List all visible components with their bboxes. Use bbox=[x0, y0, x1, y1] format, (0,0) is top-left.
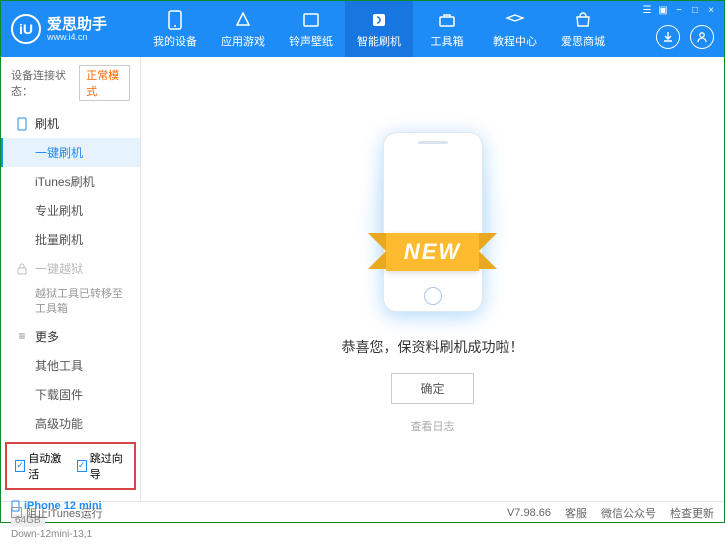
nav-smart-flash[interactable]: 智能刷机 bbox=[345, 1, 413, 57]
maximize-button[interactable]: □ bbox=[688, 3, 702, 17]
apps-icon bbox=[233, 10, 253, 30]
user-button[interactable] bbox=[690, 25, 714, 49]
app-name: 爱思助手 bbox=[47, 17, 107, 32]
status-value: 正常模式 bbox=[79, 65, 130, 101]
new-ribbon: NEW bbox=[386, 233, 479, 271]
window-controls: ☰ ▣ − □ × bbox=[640, 3, 718, 17]
main-content: NEW 恭喜您，保资料刷机成功啦！ 确定 查看日志 bbox=[141, 57, 724, 501]
minimize-button[interactable]: − bbox=[672, 3, 686, 17]
success-message: 恭喜您，保资料刷机成功啦！ bbox=[342, 337, 524, 357]
sidebar-section-jailbreak[interactable]: 一键越狱 bbox=[1, 254, 140, 283]
flash-icon bbox=[369, 10, 389, 30]
success-illustration: NEW bbox=[368, 124, 498, 319]
media-icon bbox=[301, 10, 321, 30]
jailbreak-note: 越狱工具已转移至工具箱 bbox=[1, 283, 140, 322]
store-icon bbox=[573, 10, 593, 30]
sidebar-item-advanced[interactable]: 高级功能 bbox=[1, 409, 140, 438]
ok-button[interactable]: 确定 bbox=[391, 373, 473, 404]
flash-options: ✓自动激活 ✓跳过向导 bbox=[5, 442, 136, 490]
phone-small-icon bbox=[15, 117, 29, 131]
nav-ringtone-wallpaper[interactable]: 铃声壁纸 bbox=[277, 1, 345, 57]
close-button[interactable]: × bbox=[704, 3, 718, 17]
menu-icon[interactable]: ☰ bbox=[640, 3, 654, 17]
more-icon: ≡ bbox=[15, 329, 29, 343]
tutorial-icon bbox=[505, 10, 525, 30]
title-bar: iU 爱思助手 www.i4.cn 我的设备 应用游戏 铃声壁纸 智能刷机 工具… bbox=[1, 1, 724, 57]
header-actions bbox=[656, 25, 714, 49]
nav-my-device[interactable]: 我的设备 bbox=[141, 1, 209, 57]
nav-tutorials[interactable]: 教程中心 bbox=[481, 1, 549, 57]
sidebar-item-oneclick-flash[interactable]: 一键刷机 bbox=[1, 138, 140, 167]
sidebar-item-batch-flash[interactable]: 批量刷机 bbox=[1, 225, 140, 254]
version-label: V7.98.66 bbox=[507, 507, 551, 519]
device-status: 设备连接状态： 正常模式 bbox=[1, 57, 140, 109]
nav-toolbox[interactable]: 工具箱 bbox=[413, 1, 481, 57]
logo-area: iU 爱思助手 www.i4.cn bbox=[1, 14, 141, 44]
view-log-link[interactable]: 查看日志 bbox=[411, 418, 455, 434]
toolbox-icon bbox=[437, 10, 457, 30]
main-nav: 我的设备 应用游戏 铃声壁纸 智能刷机 工具箱 教程中心 爱思商城 bbox=[141, 1, 617, 57]
phone-icon bbox=[165, 10, 185, 30]
nav-apps-games[interactable]: 应用游戏 bbox=[209, 1, 277, 57]
wechat-link[interactable]: 微信公众号 bbox=[601, 505, 656, 521]
skip-guide-checkbox[interactable]: ✓跳过向导 bbox=[77, 450, 127, 482]
lock-icon bbox=[15, 262, 29, 276]
nav-store[interactable]: 爱思商城 bbox=[549, 1, 617, 57]
download-button[interactable] bbox=[656, 25, 680, 49]
sidebar-item-pro-flash[interactable]: 专业刷机 bbox=[1, 196, 140, 225]
app-logo-icon: iU bbox=[11, 14, 41, 44]
sidebar-item-itunes-flash[interactable]: iTunes刷机 bbox=[1, 167, 140, 196]
skin-icon[interactable]: ▣ bbox=[656, 3, 670, 17]
block-itunes-checkbox[interactable]: 阻止iTunes运行 bbox=[11, 505, 103, 521]
sidebar-item-download-firmware[interactable]: 下载固件 bbox=[1, 380, 140, 409]
customer-service-link[interactable]: 客服 bbox=[565, 505, 587, 521]
sidebar-section-more[interactable]: ≡ 更多 bbox=[1, 322, 140, 351]
check-update-link[interactable]: 检查更新 bbox=[670, 505, 714, 521]
sidebar-section-flash[interactable]: 刷机 bbox=[1, 109, 140, 138]
sidebar-item-other-tools[interactable]: 其他工具 bbox=[1, 351, 140, 380]
device-model: Down-12mini-13,1 bbox=[11, 529, 130, 540]
app-url: www.i4.cn bbox=[47, 32, 107, 42]
auto-activate-checkbox[interactable]: ✓自动激活 bbox=[15, 450, 65, 482]
sidebar: 设备连接状态： 正常模式 刷机 一键刷机 iTunes刷机 专业刷机 批量刷机 … bbox=[1, 57, 141, 501]
